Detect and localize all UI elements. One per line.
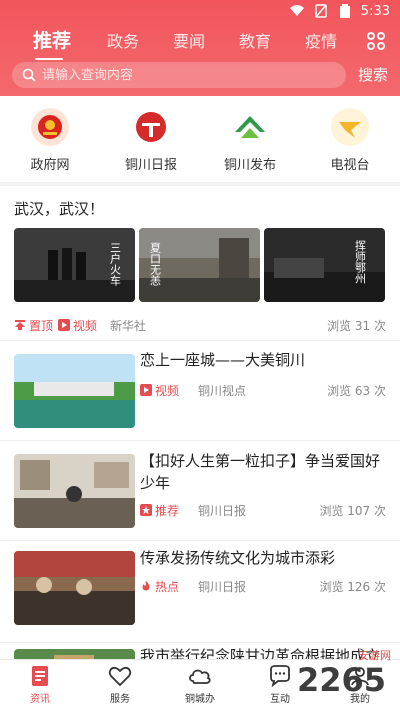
nav-label: 我的	[350, 694, 370, 705]
search-input[interactable]	[42, 62, 340, 88]
nav-city-affairs[interactable]: 铜城办	[160, 664, 240, 705]
article-thumbnail	[14, 551, 135, 625]
tab-government[interactable]: 政务	[107, 28, 139, 58]
quick-link-gov[interactable]: 政府网	[10, 108, 90, 173]
status-time: 5:33	[360, 3, 390, 19]
nav-label: 互动	[270, 694, 290, 705]
tab-recommend[interactable]: 推荐	[33, 26, 71, 56]
nav-profile[interactable]: 我的	[320, 664, 400, 705]
feature-card[interactable]: 武汉，武汉！ 三户火车 夏口无恙 挥师鄂州 置顶 视频 新华社 浏览 31 次	[0, 186, 400, 340]
feature-image-2[interactable]: 夏口无恙	[139, 228, 260, 302]
article-thumbnail	[14, 354, 135, 428]
video-still-icon: 挥师鄂州	[264, 228, 385, 302]
cloud-chat-icon	[189, 669, 211, 684]
quick-link-label: 铜川日报	[124, 158, 177, 173]
sim-off-icon	[315, 4, 327, 18]
quick-link-release[interactable]: 铜川发布	[210, 108, 290, 173]
article-meta: 推荐 铜川日报 浏览 107 次	[140, 501, 386, 519]
video-still-icon: 三户火车	[14, 228, 135, 302]
video-badge-icon	[58, 319, 70, 331]
list-item[interactable]: 传承发扬传统文化为城市添彩 热点 铜川日报 浏览 126 次	[0, 540, 400, 642]
tab-epidemic[interactable]: 疫情	[305, 28, 337, 58]
source-label: 铜川视点	[198, 384, 247, 398]
article-thumbnail	[14, 454, 135, 528]
national-emblem-icon	[31, 108, 69, 146]
feature-title: 武汉，武汉！	[14, 200, 105, 218]
view-count: 浏览 31 次	[327, 319, 386, 333]
nav-interact[interactable]: 互动	[240, 664, 320, 705]
video-badge-icon	[140, 384, 152, 396]
battery-icon	[339, 4, 350, 18]
chat-bubble-icon	[270, 665, 290, 688]
video-tag: 视频	[58, 316, 97, 334]
flame-icon	[142, 581, 150, 591]
tab-headlines[interactable]: 要闻	[173, 28, 205, 58]
quick-link-label: 铜川发布	[223, 158, 276, 173]
quick-link-tv[interactable]: 电视台	[310, 108, 390, 173]
tag-label: 热点	[155, 579, 180, 594]
feature-image-3[interactable]: 挥师鄂州	[264, 228, 385, 302]
recommend-badge-icon	[140, 504, 152, 516]
nav-news[interactable]: 资讯	[0, 664, 80, 705]
quick-link-label: 政府网	[30, 158, 70, 173]
nav-label: 铜城办	[185, 694, 215, 705]
list-item[interactable]: 恋上一座城——大美铜川 视频 铜川视点 浏览 63 次	[0, 340, 400, 440]
more-categories-icon[interactable]	[366, 31, 386, 51]
user-icon	[351, 667, 369, 686]
source-label: 铜川日报	[198, 504, 247, 518]
video-tag: 视频	[140, 381, 179, 399]
top-header: 5:33 推荐 政务 要闻 教育 疫情 搜索	[0, 0, 400, 96]
view-count: 浏览 63 次	[327, 384, 386, 398]
image-thumbnail-icon	[14, 551, 135, 625]
image-thumbnail-icon	[14, 354, 135, 428]
hot-tag: 热点	[140, 577, 179, 595]
tongchuan-release-logo-icon	[231, 108, 269, 146]
search-icon	[22, 68, 36, 82]
active-tab-indicator	[35, 58, 63, 60]
feature-image-1[interactable]: 三户火车	[14, 228, 135, 302]
feature-meta: 置顶 视频 新华社 浏览 31 次	[14, 316, 386, 334]
tag-label: 视频	[155, 383, 180, 398]
article-title: 传承发扬传统文化为城市添彩	[140, 549, 336, 567]
search-bar	[12, 62, 346, 88]
article-meta: 视频 铜川视点 浏览 63 次	[140, 381, 386, 399]
list-item[interactable]: 【扣好人生第一粒扣子】争当爱国好少年 推荐 铜川日报 浏览 107 次	[0, 440, 400, 550]
app-root: { "status_bar": { "time": "5:33" }, "hea…	[0, 0, 400, 711]
quick-link-daily[interactable]: 铜川日报	[111, 108, 191, 173]
bottom-nav: 资讯 服务 铜城办 互动 我的	[0, 659, 400, 711]
article-title: 【扣好人生第一粒扣子】争当爱国好少年	[140, 452, 381, 492]
tab-education[interactable]: 教育	[239, 28, 271, 58]
pin-top-icon	[15, 320, 25, 330]
nav-label: 资讯	[30, 694, 50, 705]
status-bar: 5:33	[0, 0, 400, 24]
tv-station-logo-icon	[331, 108, 369, 146]
tongchuan-daily-logo-icon	[132, 108, 170, 146]
article-title: 恋上一座城——大美铜川	[140, 351, 306, 369]
video-still-icon: 夏口无恙	[139, 228, 260, 302]
nav-service[interactable]: 服务	[80, 664, 160, 705]
recommend-tag: 推荐	[140, 501, 179, 519]
nav-label: 服务	[110, 694, 130, 705]
view-count: 浏览 107 次	[319, 504, 386, 518]
quick-links: 政府网 铜川日报 铜川发布 电视台	[0, 96, 400, 178]
article-meta: 热点 铜川日报 浏览 126 次	[140, 577, 386, 595]
news-icon	[32, 666, 48, 686]
source-label: 新华社	[110, 319, 147, 333]
feature-caption-3: 挥师鄂州	[354, 240, 367, 284]
image-thumbnail-icon	[14, 454, 135, 528]
pinned-tag: 置顶	[14, 316, 53, 334]
tag-label: 置顶	[29, 318, 54, 333]
tag-label: 推荐	[155, 503, 180, 518]
tag-label: 视频	[73, 318, 98, 333]
status-right: 5:33	[289, 3, 390, 19]
category-tabs: 推荐 政务 要闻 教育 疫情	[0, 28, 400, 58]
feature-caption-1: 三户火车	[109, 242, 122, 287]
view-count: 浏览 126 次	[319, 580, 386, 594]
quick-link-label: 电视台	[330, 158, 370, 173]
wifi-icon	[289, 5, 304, 16]
feature-caption-2: 夏口无恙	[149, 242, 162, 286]
search-button[interactable]: 搜索	[358, 64, 388, 85]
heart-icon	[108, 666, 132, 687]
source-label: 铜川日报	[198, 580, 247, 594]
